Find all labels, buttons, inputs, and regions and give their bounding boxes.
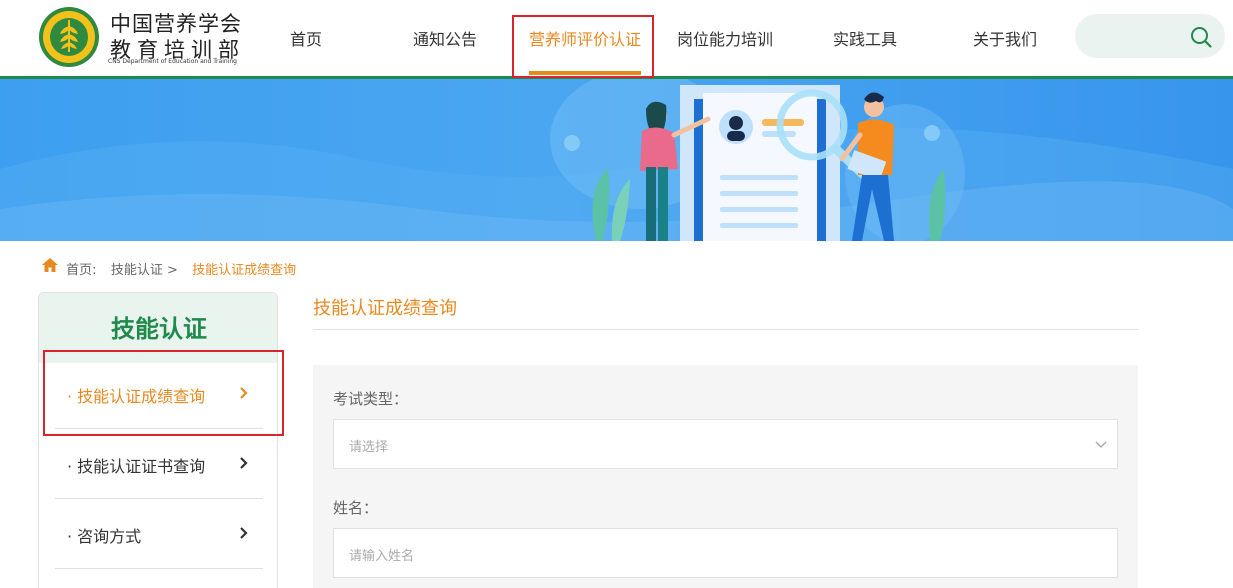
search-icon[interactable] [1189, 25, 1213, 49]
page-banner [0, 79, 1233, 241]
chevron-down-icon [1095, 441, 1107, 448]
nav-item-home[interactable]: 首页 [290, 26, 322, 50]
sidebar-title: 技能认证 [111, 315, 207, 343]
sidebar-highlight-box [43, 350, 284, 436]
exam-type-select[interactable]: 请选择 [333, 419, 1118, 469]
breadcrumb-home[interactable]: 首页: [66, 259, 96, 278]
logo-english-name: CNS Department of Education and Training [108, 58, 237, 65]
search-input[interactable] [1091, 24, 1185, 48]
name-field[interactable]: 请输入姓名 [333, 528, 1118, 578]
exam-type-placeholder: 请选择 [349, 440, 389, 455]
search-box[interactable] [1075, 14, 1225, 58]
exam-type-label: 考试类型： [333, 390, 409, 408]
breadcrumb-level1[interactable]: 技能认证 > [111, 259, 178, 278]
sidebar-item-label: · 咨询方式 [67, 527, 142, 546]
breadcrumb-current: 技能认证成绩查询 [192, 263, 297, 278]
nav-item-tools[interactable]: 实践工具 [833, 26, 897, 50]
sidebar-item-certificate-query[interactable]: · 技能认证证书查询 [55, 429, 263, 499]
banner-illustration [0, 79, 1233, 241]
society-emblem-icon [39, 7, 99, 67]
site-header: 中国营养学会 教育培训部 CNS Department of Education… [0, 0, 1233, 79]
chevron-right-icon [240, 527, 248, 539]
home-icon[interactable] [42, 258, 58, 272]
query-form: 考试类型： 请选择 姓名： 请输入姓名 [313, 365, 1138, 588]
nav-item-training[interactable]: 岗位能力培训 [677, 26, 773, 50]
title-divider [313, 329, 1138, 330]
chevron-right-icon [240, 457, 248, 469]
sidebar: 技能认证 · 技能认证成绩查询 · 技能认证证书查询 · 咨询方式 [38, 292, 278, 588]
nav-highlight-box [512, 15, 654, 78]
name-placeholder: 请输入姓名 [349, 549, 415, 564]
site-logo[interactable]: 中国营养学会 教育培训部 CNS Department of Education… [38, 6, 241, 68]
sidebar-item-contact[interactable]: · 咨询方式 [55, 499, 263, 569]
breadcrumb: 首页: 技能认证 > 技能认证成绩查询 [42, 258, 297, 278]
nav-item-about[interactable]: 关于我们 [973, 26, 1037, 50]
page-title: 技能认证成绩查询 [313, 298, 457, 319]
sidebar-item-label: · 技能认证证书查询 [67, 457, 206, 476]
nav-item-notices[interactable]: 通知公告 [413, 26, 477, 50]
name-label: 姓名： [333, 499, 379, 517]
